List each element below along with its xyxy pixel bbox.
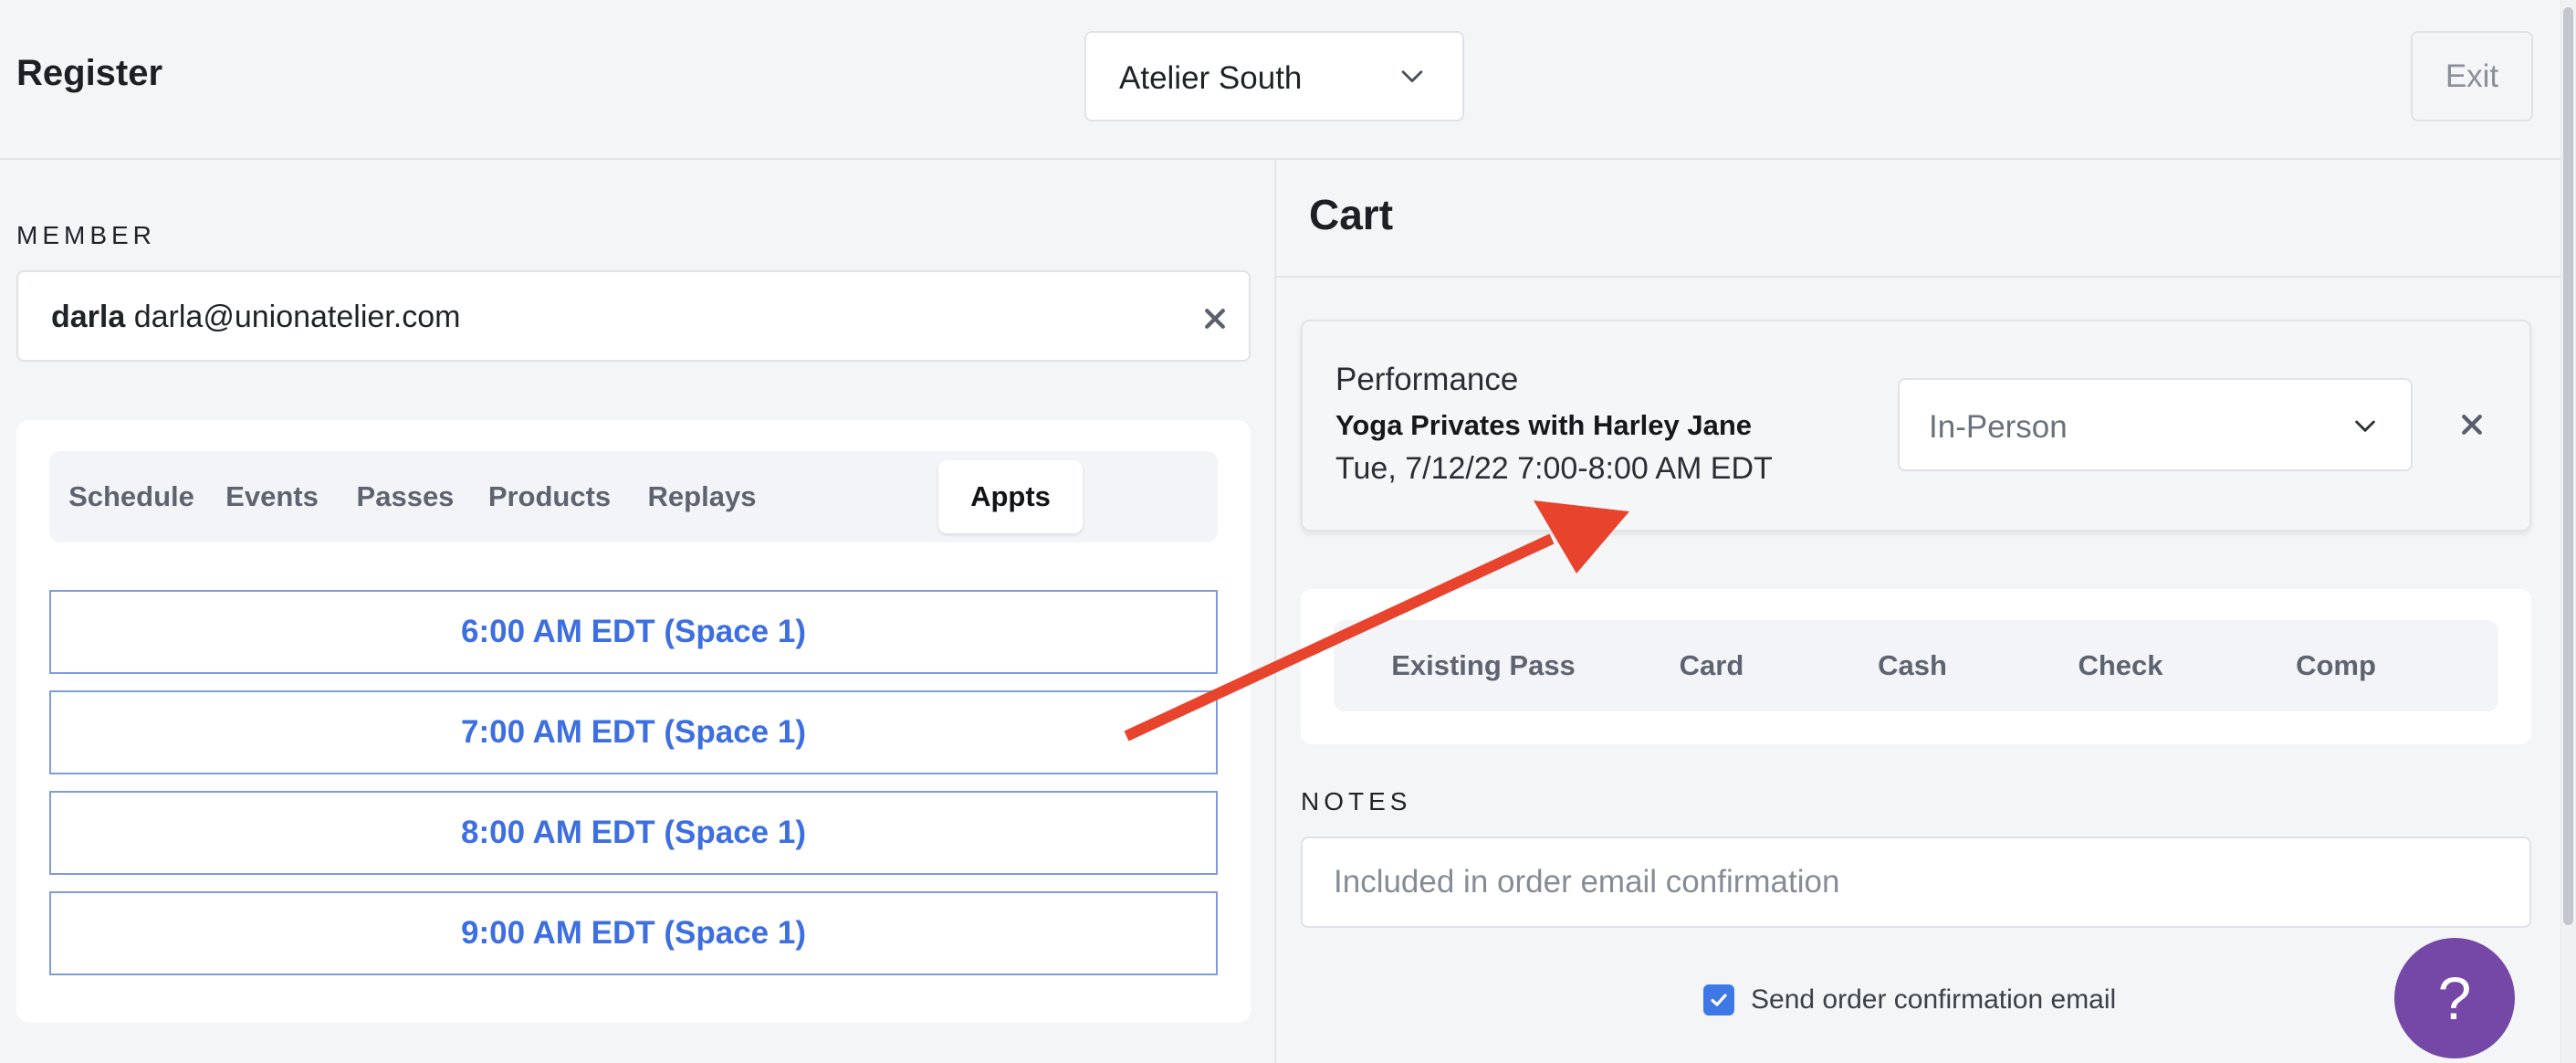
tab-passes[interactable]: Passes: [343, 460, 467, 533]
booking-panel: Schedule Events Passes Products Replays …: [16, 420, 1251, 1023]
payment-check[interactable]: Check: [2064, 620, 2177, 711]
payment-method-tabs: Existing Pass Card Cash Check Comp: [1334, 620, 2498, 711]
cart-item-datetime: Tue, 7/12/22 7:00-8:00 AM EDT: [1335, 451, 1773, 486]
location-select[interactable]: Atelier South: [1084, 31, 1464, 121]
top-bar: Register Atelier South Exit: [0, 0, 2560, 160]
attendance-mode-value: In-Person: [1929, 409, 2068, 445]
column-divider: [1274, 160, 1276, 1063]
payment-comp[interactable]: Comp: [2279, 620, 2393, 711]
tab-products[interactable]: Products: [476, 460, 623, 533]
send-confirmation-label: Send order confirmation email: [1751, 984, 2117, 1015]
send-confirmation-checkbox[interactable]: [1703, 984, 1734, 1016]
help-button[interactable]: ?: [2394, 938, 2515, 1058]
clear-member-icon[interactable]: [1201, 305, 1229, 332]
scrollbar-thumb[interactable]: [2563, 7, 2573, 925]
appointment-slot[interactable]: 6:00 AM EDT (Space 1): [49, 590, 1218, 674]
cart-item-title: Yoga Privates with Harley Jane: [1335, 409, 1753, 441]
notes-label: NOTES: [1301, 787, 1412, 816]
location-select-value: Atelier South: [1119, 60, 1303, 96]
payment-card[interactable]: Card: [1657, 620, 1766, 711]
cart-divider: [1276, 276, 2560, 278]
payment-cash[interactable]: Cash: [1858, 620, 1967, 711]
booking-tabs: Schedule Events Passes Products Replays …: [49, 451, 1218, 542]
exit-button[interactable]: Exit: [2411, 31, 2533, 121]
payment-panel: Existing Pass Card Cash Check Comp: [1301, 589, 2531, 744]
checkmark-icon: [1711, 994, 1727, 1006]
remove-item-icon[interactable]: [2458, 411, 2486, 438]
cart-item-type: Performance: [1335, 362, 1519, 397]
member-identity: darla darla@unionatelier.com: [51, 300, 460, 335]
tab-appts[interactable]: Appts: [938, 460, 1083, 533]
payment-existing-pass[interactable]: Existing Pass: [1383, 620, 1584, 711]
notes-input[interactable]: [1301, 837, 2531, 928]
member-label: MEMBER: [16, 221, 156, 249]
chevron-down-icon: [2355, 420, 2375, 432]
member-name: darla: [51, 300, 126, 334]
chevron-down-icon: [1401, 70, 1423, 83]
tab-replays[interactable]: Replays: [634, 460, 770, 533]
attendance-mode-select[interactable]: In-Person: [1898, 378, 2413, 471]
tab-events[interactable]: Events: [212, 460, 332, 533]
cart-item: Performance Yoga Privates with Harley Ja…: [1301, 320, 2531, 532]
page-title: Register: [16, 53, 163, 93]
cart-title: Cart: [1309, 191, 1394, 238]
member-email: darla@unionatelier.com: [133, 300, 461, 334]
tab-schedule[interactable]: Schedule: [62, 460, 201, 533]
appointment-slot[interactable]: 8:00 AM EDT (Space 1): [49, 791, 1218, 875]
appointment-slot[interactable]: 9:00 AM EDT (Space 1): [49, 891, 1218, 975]
member-field[interactable]: darla darla@unionatelier.com: [16, 270, 1251, 362]
send-confirmation-row[interactable]: Send order confirmation email: [1703, 984, 2116, 1016]
appointment-slot[interactable]: 7:00 AM EDT (Space 1): [49, 690, 1218, 774]
